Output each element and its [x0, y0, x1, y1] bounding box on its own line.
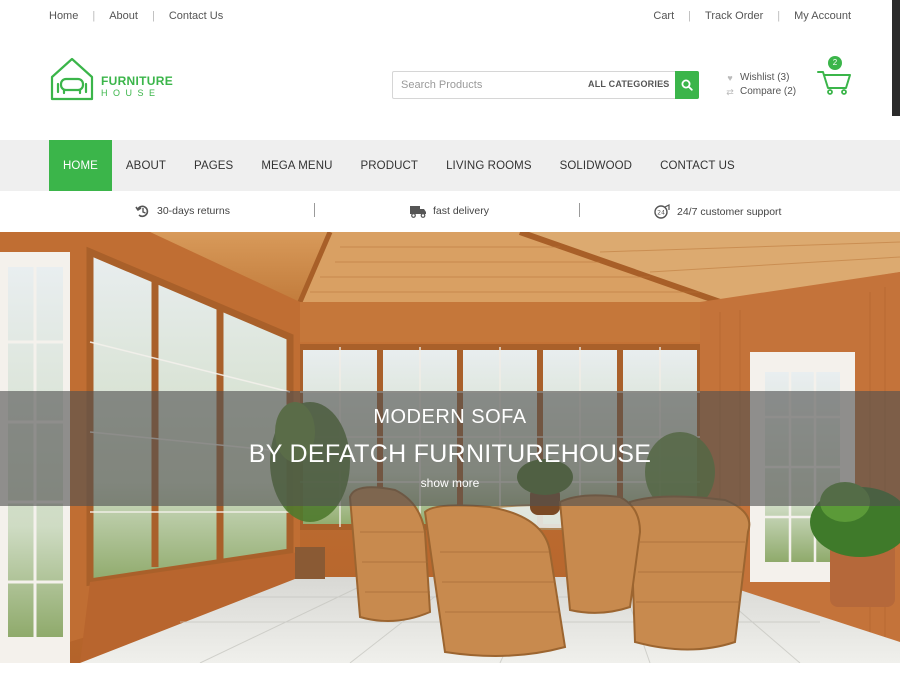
search-input[interactable] — [393, 72, 583, 98]
feature-support: 24 24/7 customer support — [653, 204, 781, 220]
top-link-contact[interactable]: Contact Us — [169, 10, 223, 22]
chevron-down-icon[interactable]: ⌵ — [660, 77, 668, 88]
nav-item-pages[interactable]: PAGES — [180, 140, 247, 191]
separator: | — [777, 10, 781, 22]
logo-text-line2: HOUSE — [101, 88, 161, 98]
wishlist-compare: ♥ Wishlist (3) ⇄ Compare (2) — [724, 71, 796, 99]
category-select[interactable]: ALL CATEGORIES — [588, 79, 669, 89]
top-link-home[interactable]: Home — [49, 10, 78, 22]
feature-delivery-label: fast delivery — [433, 205, 490, 217]
separator: | — [151, 10, 155, 22]
top-right-links: Cart | Track Order | My Account — [653, 10, 851, 22]
nav-item-contact-us[interactable]: CONTACT US — [646, 140, 749, 191]
compare-link[interactable]: ⇄ Compare (2) — [724, 85, 796, 99]
main-navigation: HOME ABOUT PAGES MEGA MENU PRODUCT LIVIN… — [0, 140, 900, 191]
hero-subtitle: BY DEFATCH FURNITUREHOUSE — [248, 440, 652, 468]
house-logo-icon — [50, 57, 94, 101]
nav-item-product[interactable]: PRODUCT — [347, 140, 433, 191]
top-link-track-order[interactable]: Track Order — [705, 10, 763, 22]
cart-button[interactable]: 2 — [816, 56, 852, 96]
feature-support-label: 24/7 customer support — [677, 206, 782, 218]
top-link-about[interactable]: About — [109, 10, 138, 22]
nav-item-about[interactable]: ABOUT — [112, 140, 180, 191]
site-logo[interactable]: FURNITURE HOUSE — [49, 56, 179, 102]
feature-delivery: fast delivery — [409, 204, 489, 218]
separator: | — [92, 10, 96, 22]
compare-icon: ⇄ — [726, 87, 734, 97]
top-left-links: Home | About | Contact Us — [49, 10, 223, 22]
hero-caption-overlay: MODERN SOFA BY DEFATCH FURNITUREHOUSE sh… — [0, 391, 900, 506]
hero-title: MODERN SOFA — [373, 406, 527, 428]
top-link-my-account[interactable]: My Account — [794, 10, 851, 22]
truck-icon — [410, 206, 426, 218]
returns-icon — [135, 205, 149, 218]
svg-text:24: 24 — [657, 210, 665, 217]
heart-icon: ♥ — [727, 73, 733, 83]
nav-item-mega-menu[interactable]: MEGA MENU — [247, 140, 346, 191]
hero-show-more-link[interactable]: show more — [0, 476, 900, 490]
scrollbar[interactable] — [892, 0, 900, 116]
search-bar: ALL CATEGORIES ⌵ — [392, 71, 699, 99]
search-icon — [681, 79, 693, 91]
cart-count-badge: 2 — [828, 56, 842, 70]
feature-divider — [579, 203, 580, 217]
nav-item-living-rooms[interactable]: LIVING ROOMS — [432, 140, 546, 191]
logo-text-line1: FURNITURE — [101, 74, 174, 88]
separator: | — [688, 10, 692, 22]
wishlist-link[interactable]: ♥ Wishlist (3) — [724, 71, 796, 85]
feature-returns-label: 30-days returns — [157, 205, 230, 217]
nav-item-home[interactable]: HOME — [49, 140, 112, 191]
feature-returns: 30-days returns — [135, 204, 230, 218]
feature-divider — [314, 203, 315, 217]
support-icon: 24 — [654, 204, 670, 219]
top-utility-bar: Home | About | Contact Us Cart | Track O… — [0, 0, 900, 34]
wishlist-label: Wishlist (3) — [740, 72, 790, 83]
features-bar: 30-days returns fast delivery 24 24/7 cu… — [0, 194, 900, 230]
hero-banner: MODERN SOFA BY DEFATCH FURNITUREHOUSE sh… — [0, 232, 900, 663]
top-link-cart[interactable]: Cart — [653, 10, 674, 22]
search-button[interactable] — [675, 71, 699, 99]
nav-item-solidwood[interactable]: SOLIDWOOD — [546, 140, 646, 191]
compare-label: Compare (2) — [740, 86, 797, 97]
